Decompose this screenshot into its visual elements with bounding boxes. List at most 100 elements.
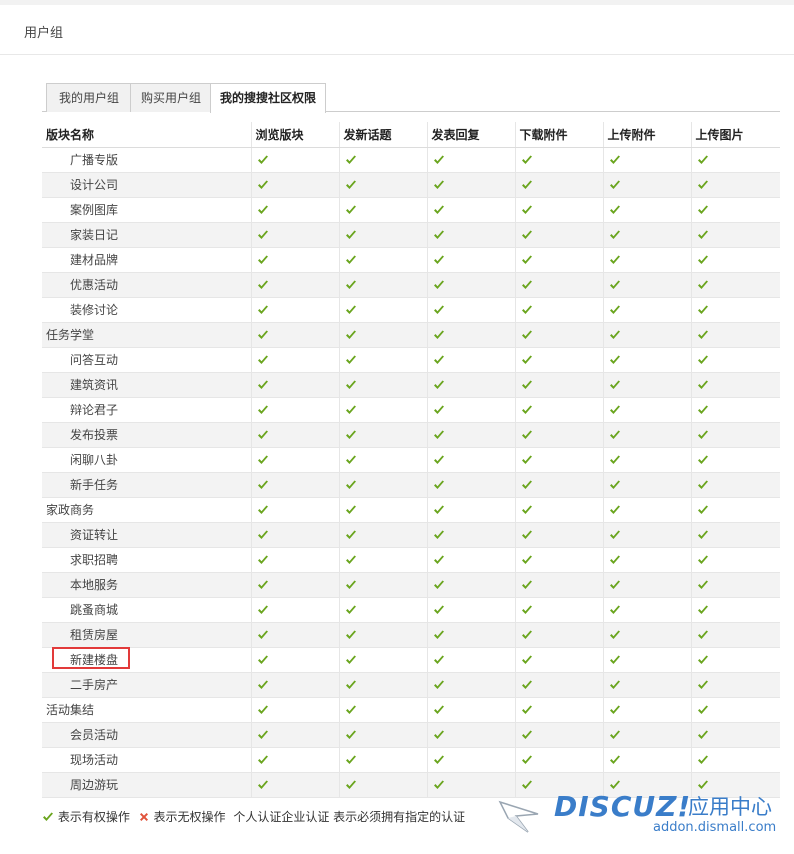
check-icon xyxy=(345,655,356,664)
check-icon xyxy=(345,305,356,314)
check-icon xyxy=(433,380,444,389)
check-icon xyxy=(521,555,532,564)
permission-cell xyxy=(603,647,692,673)
check-icon xyxy=(609,505,620,514)
table-row: 资证转让 xyxy=(42,522,780,548)
check-icon xyxy=(697,705,708,714)
permission-cell xyxy=(603,297,692,323)
permission-cell xyxy=(515,222,604,248)
check-icon xyxy=(433,430,444,439)
check-icon xyxy=(521,730,532,739)
check-icon xyxy=(433,305,444,314)
permission-cell xyxy=(603,622,692,648)
permission-cell xyxy=(691,272,780,298)
forum-name-cell: 家政商务 xyxy=(42,497,252,523)
permission-cell xyxy=(339,497,428,523)
check-icon xyxy=(257,405,268,414)
check-icon xyxy=(609,405,620,414)
legend-has-perm: 表示有权操作 xyxy=(57,810,130,824)
check-icon xyxy=(257,705,268,714)
permission-cell xyxy=(339,347,428,373)
permission-cell xyxy=(515,547,604,573)
permission-cell xyxy=(691,447,780,473)
tab-buy-usergroup[interactable]: 购买用户组 xyxy=(130,83,212,112)
permission-table-body: 广播专版 设计公司 案例图库 家装日记 建材品牌 优惠活动 装修讨论 任务学堂 问答互动 建筑资讯… xyxy=(42,147,780,798)
forum-name-cell: 优惠活动 xyxy=(42,272,252,298)
check-icon xyxy=(609,530,620,539)
permission-cell xyxy=(339,747,428,773)
check-icon xyxy=(433,355,444,364)
permission-cell xyxy=(427,247,516,273)
forum-name-cell: 本地服务 xyxy=(42,572,252,598)
forum-name-cell: 跳蚤商城 xyxy=(42,597,252,623)
check-icon xyxy=(521,480,532,489)
check-icon xyxy=(521,305,532,314)
permission-cell xyxy=(515,497,604,523)
permission-cell xyxy=(427,197,516,223)
permission-cell xyxy=(427,522,516,548)
check-icon xyxy=(257,205,268,214)
check-icon xyxy=(521,255,532,264)
check-icon xyxy=(521,205,532,214)
table-row: 闲聊八卦 xyxy=(42,447,780,473)
permission-cell xyxy=(603,472,692,498)
check-icon xyxy=(345,430,356,439)
permission-cell xyxy=(427,297,516,323)
check-icon xyxy=(521,705,532,714)
tab-my-usergroup[interactable]: 我的用户组 xyxy=(46,83,132,112)
check-icon xyxy=(521,180,532,189)
check-icon xyxy=(345,755,356,764)
permission-cell xyxy=(251,497,340,523)
check-icon xyxy=(609,255,620,264)
permission-cell xyxy=(251,647,340,673)
check-icon xyxy=(257,630,268,639)
check-icon xyxy=(345,205,356,214)
permission-cell xyxy=(251,572,340,598)
tab-forum-permissions[interactable]: 我的搜搜社区权限 xyxy=(210,83,326,113)
permission-cell xyxy=(427,372,516,398)
forum-name-cell: 建筑资讯 xyxy=(42,372,252,398)
permission-cell xyxy=(251,322,340,348)
check-icon xyxy=(257,280,268,289)
check-icon xyxy=(697,180,708,189)
permission-cell xyxy=(427,497,516,523)
forum-name-cell: 租赁房屋 xyxy=(42,622,252,648)
table-row: 装修讨论 xyxy=(42,297,780,323)
check-icon xyxy=(609,305,620,314)
forum-name-cell: 活动集结 xyxy=(42,697,252,723)
check-icon xyxy=(257,605,268,614)
check-icon xyxy=(521,355,532,364)
check-icon xyxy=(609,555,620,564)
check-icon xyxy=(257,555,268,564)
permission-cell xyxy=(339,372,428,398)
permission-cell xyxy=(251,347,340,373)
check-icon xyxy=(345,180,356,189)
permission-cell xyxy=(603,272,692,298)
permission-cell xyxy=(691,747,780,773)
table-row: 发布投票 xyxy=(42,422,780,448)
check-icon xyxy=(697,580,708,589)
check-icon xyxy=(521,455,532,464)
permission-cell xyxy=(691,697,780,723)
permission-cell xyxy=(515,597,604,623)
column-header-new-thread: 发新话题 xyxy=(339,122,428,148)
permission-cell xyxy=(691,372,780,398)
permission-cell xyxy=(603,372,692,398)
cross-icon xyxy=(139,812,148,821)
permission-cell xyxy=(427,647,516,673)
check-icon xyxy=(609,705,620,714)
page-title: 用户组 xyxy=(24,26,64,41)
permission-cell xyxy=(691,147,780,173)
permission-cell xyxy=(251,747,340,773)
permission-cell xyxy=(515,422,604,448)
check-icon xyxy=(609,330,620,339)
permission-cell xyxy=(251,272,340,298)
check-icon xyxy=(609,280,620,289)
check-icon xyxy=(257,255,268,264)
permission-cell xyxy=(603,247,692,273)
permission-cell xyxy=(339,522,428,548)
column-header-upload-attach: 上传附件 xyxy=(603,122,692,148)
permission-cell xyxy=(515,347,604,373)
permission-cell xyxy=(427,472,516,498)
permission-cell xyxy=(515,397,604,423)
